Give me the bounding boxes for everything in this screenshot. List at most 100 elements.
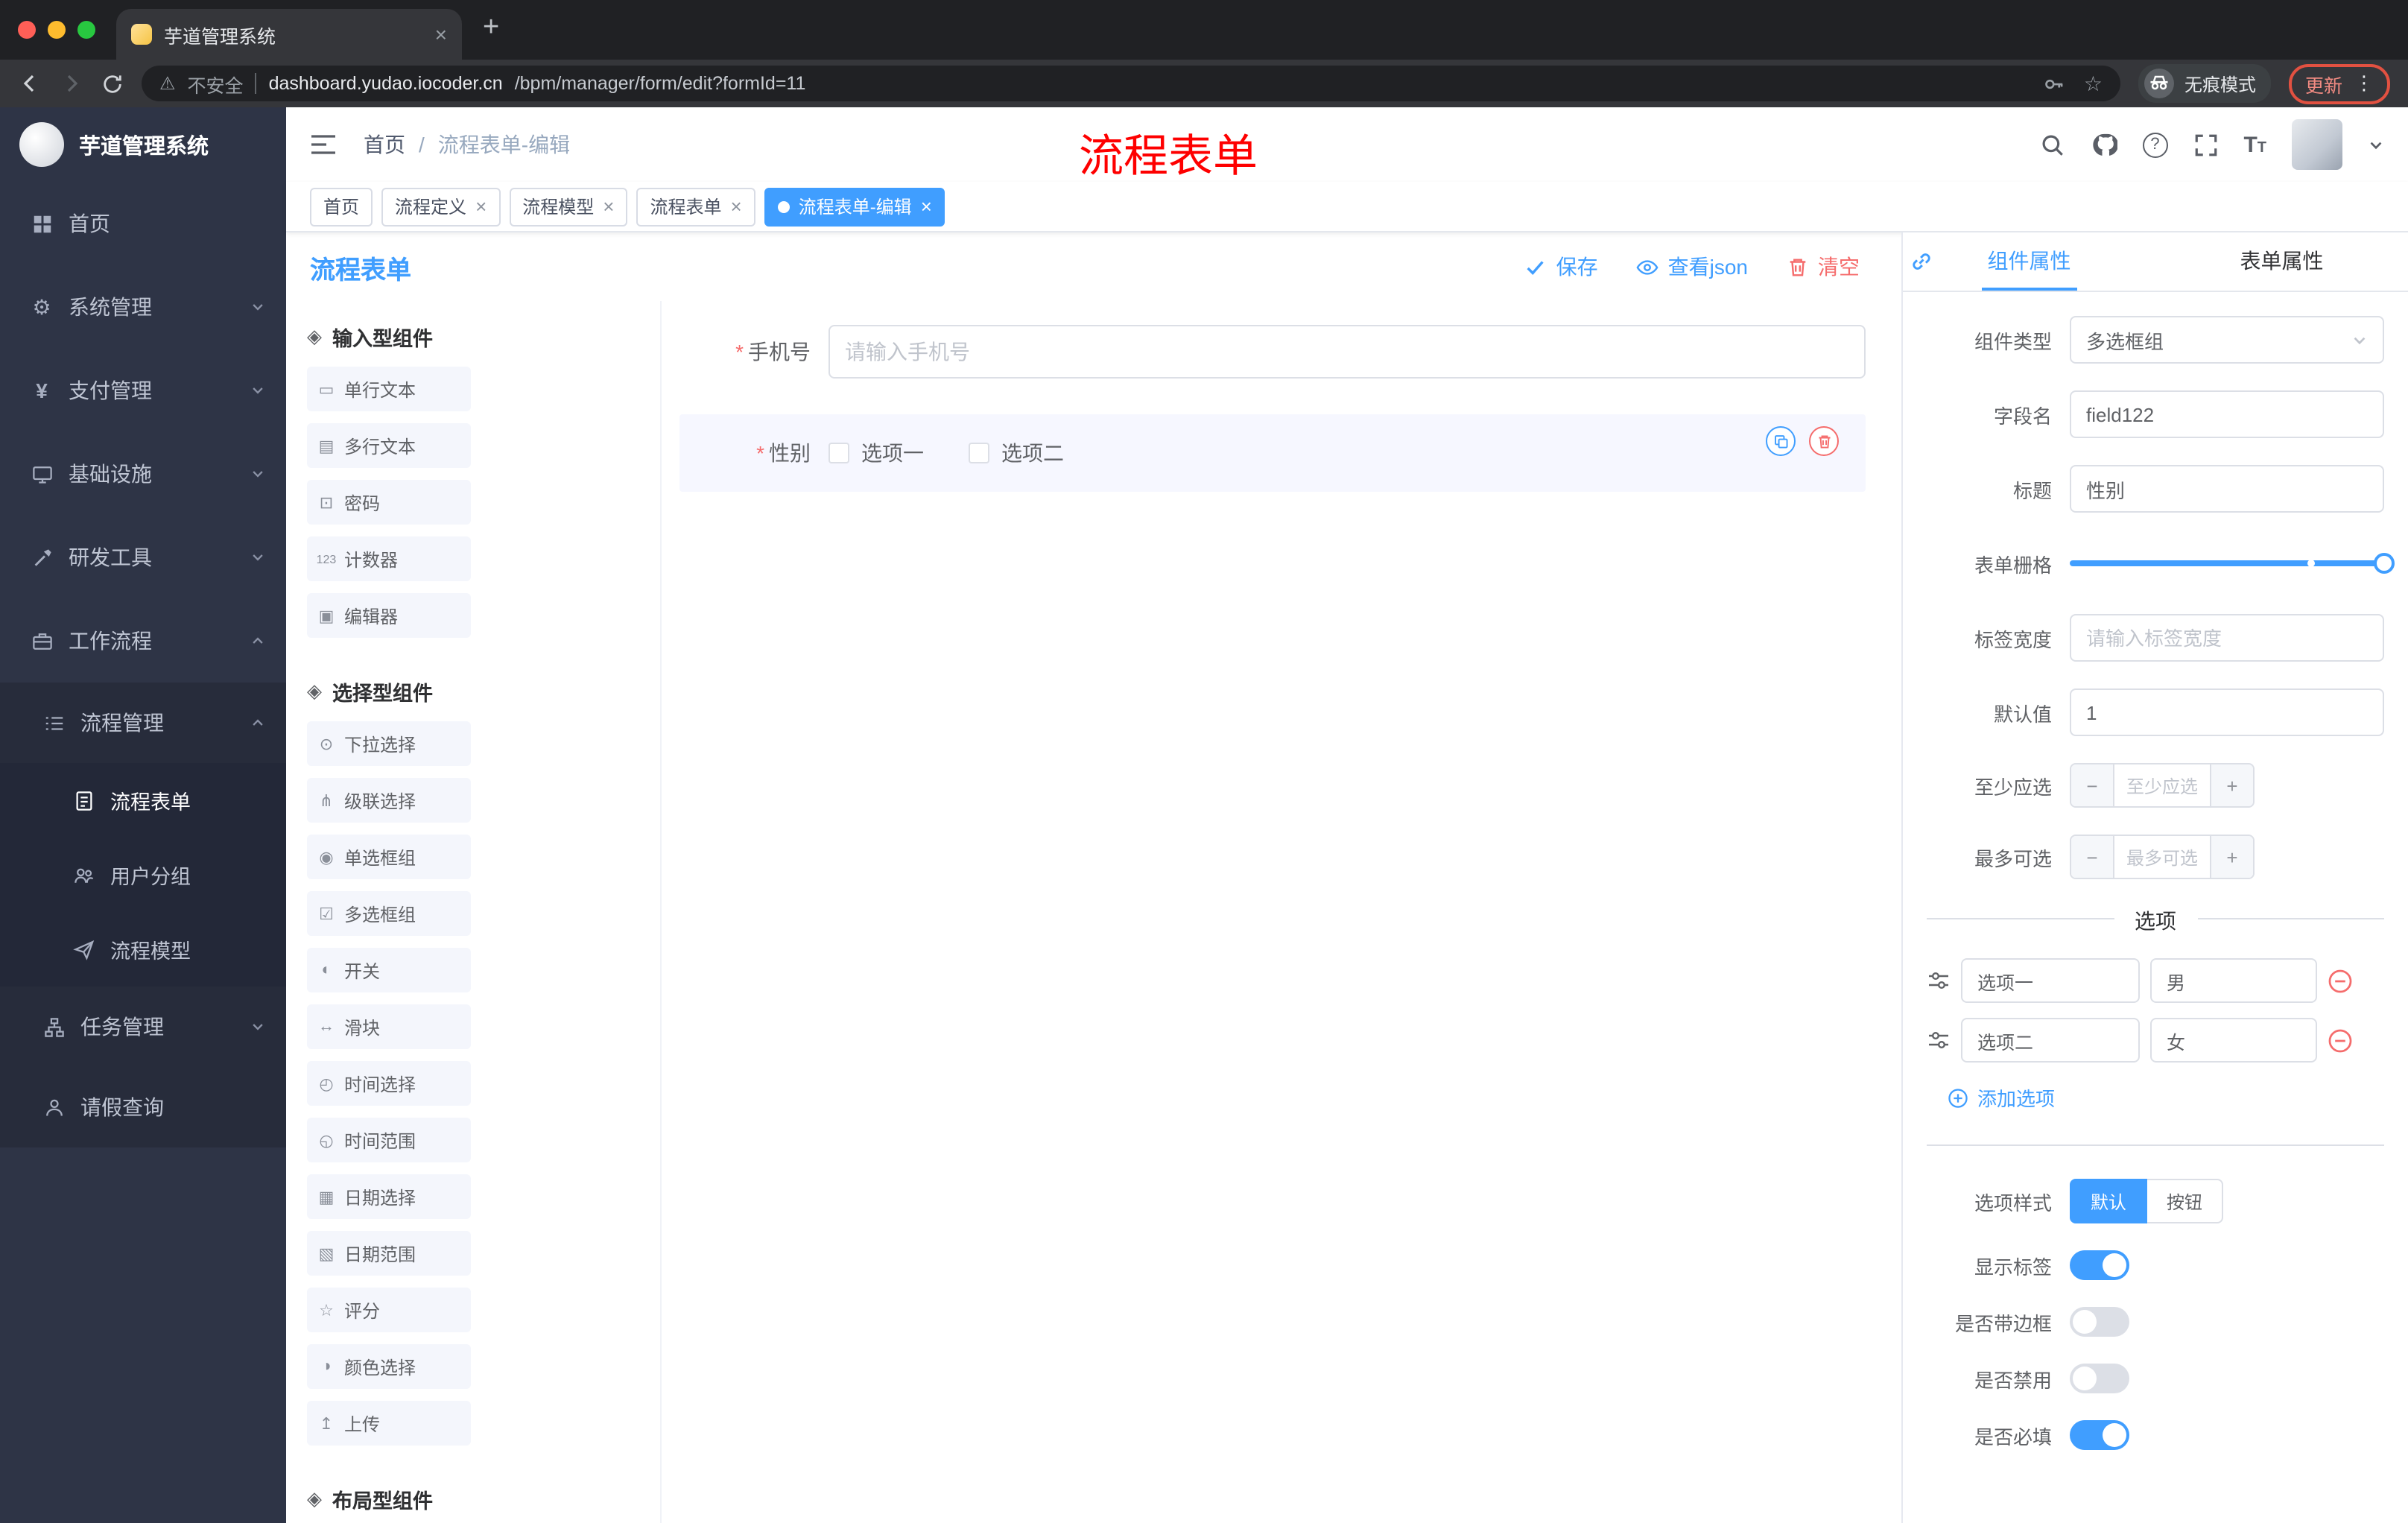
sidebar-item-process-management[interactable]: 流程管理 — [0, 683, 286, 763]
palette-item-cascader[interactable]: ⋔ 级联选择 — [307, 778, 471, 823]
close-icon[interactable]: × — [921, 195, 932, 218]
palette-item-multi-text[interactable]: ▤ 多行文本 — [307, 423, 471, 468]
slider-handle[interactable] — [2374, 553, 2395, 574]
minimize-window-button[interactable] — [48, 21, 66, 39]
new-tab-button[interactable]: + — [483, 12, 499, 45]
tag-home[interactable]: 首页 — [310, 187, 373, 226]
option-value-input[interactable] — [2150, 1018, 2317, 1063]
border-toggle[interactable] — [2070, 1307, 2129, 1337]
gender-option-1[interactable]: 选项一 — [828, 438, 924, 468]
palette-item-upload[interactable]: ↥ 上传 — [307, 1401, 471, 1446]
selected-component-gender[interactable]: * 性别 选项一 选项二 — [679, 414, 1866, 492]
plus-icon[interactable]: + — [2211, 764, 2253, 806]
form-canvas[interactable]: *手机号 *性别 选项一 — [662, 301, 1901, 1523]
palette-item-date-picker[interactable]: ▦ 日期选择 — [307, 1174, 471, 1219]
min-select-value[interactable]: 至少应选 — [2113, 764, 2211, 806]
key-icon[interactable] — [2044, 72, 2066, 95]
drag-handle-icon[interactable] — [1927, 969, 1951, 992]
sidebar-item-workflow[interactable]: 工作流程 — [0, 599, 286, 683]
sidebar-item-infrastructure[interactable]: 基础设施 — [0, 432, 286, 516]
close-icon[interactable]: × — [731, 195, 742, 218]
style-default-button[interactable]: 默认 — [2070, 1179, 2148, 1223]
component-type-select[interactable]: 多选框组 — [2070, 316, 2384, 364]
close-icon[interactable]: × — [603, 195, 614, 218]
tab-component-props[interactable]: 组件属性 — [1903, 232, 2155, 291]
bookmark-star-icon[interactable]: ☆ — [2084, 71, 2103, 96]
minus-icon[interactable]: − — [2071, 764, 2113, 806]
checkbox-icon[interactable] — [828, 443, 849, 463]
help-icon[interactable]: ? — [2142, 132, 2168, 157]
zoom-window-button[interactable] — [77, 21, 95, 39]
drag-handle-icon[interactable] — [1927, 1028, 1951, 1052]
palette-item-slider[interactable]: ↔ 滑块 — [307, 1004, 471, 1049]
minus-icon[interactable]: − — [2071, 836, 2113, 878]
save-button[interactable]: 保存 — [1525, 252, 1598, 282]
palette-item-time-picker[interactable]: ◴ 时间选择 — [307, 1061, 471, 1106]
close-icon[interactable]: × — [475, 195, 487, 218]
palette-item-select[interactable]: ⊙ 下拉选择 — [307, 721, 471, 766]
palette-item-password[interactable]: ⊡ 密码 — [307, 480, 471, 525]
required-toggle[interactable] — [2070, 1420, 2129, 1450]
back-icon[interactable] — [18, 72, 42, 95]
delete-component-button[interactable] — [1809, 426, 1839, 456]
sidebar-item-leave-query[interactable]: 请假查询 — [0, 1067, 286, 1147]
palette-item-editor[interactable]: ▣ 编辑器 — [307, 593, 471, 638]
sidebar-item-user-groups[interactable]: 用户分组 — [0, 838, 286, 912]
palette-item-single-text[interactable]: ▭ 单行文本 — [307, 367, 471, 411]
title-input[interactable] — [2070, 465, 2384, 513]
sidebar-item-process-model[interactable]: 流程模型 — [0, 912, 286, 987]
palette-item-rate[interactable]: ☆ 评分 — [307, 1288, 471, 1332]
canvas-phone-row[interactable]: * 手机号 — [679, 325, 1866, 379]
avatar-caret-icon[interactable] — [2368, 136, 2384, 153]
sidebar-item-process-form[interactable]: 流程表单 — [0, 763, 286, 838]
sidebar-item-home[interactable]: 首页 — [0, 182, 286, 265]
palette-item-checkbox-group[interactable]: ☑ 多选框组 — [307, 891, 471, 936]
tag-process-form[interactable]: 流程表单 × — [636, 187, 755, 226]
browser-menu-icon[interactable]: ⋮ — [2354, 72, 2374, 95]
grid-slider[interactable] — [2070, 539, 2395, 587]
update-chip[interactable]: 更新 ⋮ — [2288, 63, 2390, 104]
user-avatar[interactable] — [2292, 119, 2342, 170]
palette-item-date-range[interactable]: ▧ 日期范围 — [307, 1231, 471, 1276]
hamburger-icon[interactable] — [310, 133, 337, 156]
palette-item-color-picker[interactable]: ◑ 颜色选择 — [307, 1344, 471, 1389]
sidebar-item-devtools[interactable]: 研发工具 — [0, 516, 286, 599]
link-icon[interactable] — [1907, 247, 1934, 274]
tag-process-model[interactable]: 流程模型 × — [509, 187, 628, 226]
sidebar-item-task-management[interactable]: 任务管理 — [0, 987, 286, 1067]
palette-item-switch[interactable]: ◐ 开关 — [307, 948, 471, 992]
tag-process-form-edit[interactable]: 流程表单-编辑 × — [764, 187, 945, 226]
reload-icon[interactable] — [101, 72, 124, 95]
github-icon[interactable] — [2090, 131, 2117, 158]
palette-item-time-range[interactable]: ◵ 时间范围 — [307, 1118, 471, 1162]
copy-component-button[interactable] — [1766, 426, 1796, 456]
breadcrumb-home[interactable]: 首页 — [364, 130, 405, 159]
option-label-input[interactable] — [1961, 958, 2140, 1003]
disabled-toggle[interactable] — [2070, 1364, 2129, 1393]
url-bar[interactable]: ⚠ 不安全 dashboard.yudao.iocoder.cn /bpm/ma… — [142, 66, 2120, 101]
default-value-input[interactable] — [2070, 688, 2384, 736]
fullscreen-icon[interactable] — [2193, 132, 2218, 157]
palette-item-radio-group[interactable]: ◉ 单选框组 — [307, 835, 471, 879]
plus-icon[interactable]: + — [2211, 836, 2253, 878]
browser-tab[interactable]: 芋道管理系统 × — [116, 9, 462, 60]
gender-option-2[interactable]: 选项二 — [969, 438, 1064, 468]
sidebar-item-system[interactable]: ⚙ 系统管理 — [0, 265, 286, 349]
checkbox-icon[interactable] — [969, 443, 989, 463]
close-window-button[interactable] — [18, 21, 36, 39]
search-icon[interactable] — [2039, 132, 2065, 157]
tab-form-props[interactable]: 表单属性 — [2155, 232, 2408, 291]
label-width-input[interactable] — [2070, 614, 2384, 662]
phone-input[interactable] — [828, 325, 1866, 379]
sidebar-item-payment[interactable]: ¥ 支付管理 — [0, 349, 286, 432]
tab-close-icon[interactable]: × — [435, 22, 447, 46]
font-size-icon[interactable]: TT — [2243, 132, 2266, 157]
clear-button[interactable]: 清空 — [1787, 252, 1860, 282]
remove-option-button[interactable] — [2328, 1028, 2353, 1053]
style-button-button[interactable]: 按钮 — [2147, 1179, 2224, 1223]
add-option-button[interactable]: 添加选项 — [1948, 1083, 2384, 1112]
remove-option-button[interactable] — [2328, 968, 2353, 993]
view-json-button[interactable]: 查看json — [1637, 252, 1748, 282]
palette-item-counter[interactable]: 123 计数器 — [307, 536, 471, 581]
max-select-value[interactable]: 最多可选 — [2113, 836, 2211, 878]
